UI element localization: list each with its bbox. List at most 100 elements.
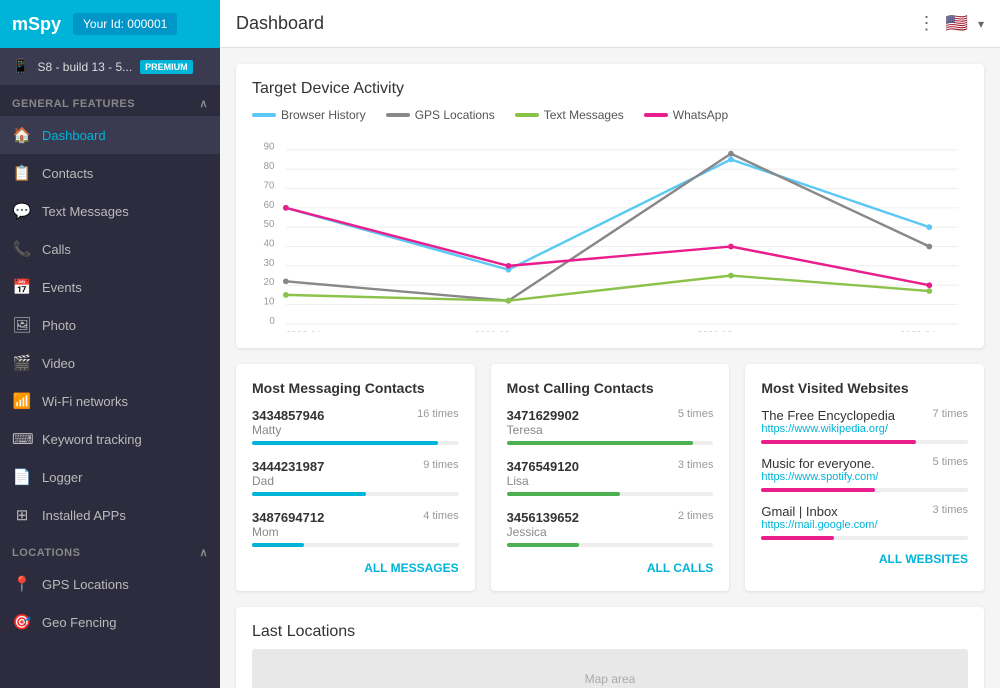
svg-text:10: 10 xyxy=(264,297,275,308)
sidebar-item-wifi[interactable]: 📶 Wi-Fi networks xyxy=(0,382,220,420)
svg-text:2020-01: 2020-01 xyxy=(286,330,321,332)
sidebar-item-calls[interactable]: 📞 Calls xyxy=(0,230,220,268)
sidebar-item-text-messages[interactable]: 💬 Text Messages xyxy=(0,192,220,230)
svg-text:2020-03: 2020-03 xyxy=(697,330,732,332)
logo: mSpy xyxy=(12,14,61,35)
legend-gps: GPS Locations xyxy=(386,108,495,122)
calling-contact-3: 3456139652 2 times Jessica xyxy=(507,510,714,547)
legend-whatsapp: WhatsApp xyxy=(644,108,728,122)
activity-svg: 0 10 20 30 40 50 60 70 80 90 xyxy=(252,132,968,332)
svg-text:40: 40 xyxy=(264,239,275,250)
legend-color-whatsapp xyxy=(644,113,668,117)
websites-title: Most Visited Websites xyxy=(761,380,968,396)
geofencing-icon: 🎯 xyxy=(12,613,32,631)
language-chevron-icon[interactable]: ▾ xyxy=(978,17,984,31)
call-bar-1 xyxy=(507,441,693,445)
photo-icon: 🖼 xyxy=(12,316,32,334)
sidebar-item-video[interactable]: 🎬 Video xyxy=(0,344,220,382)
general-features-label: General Features ∧ xyxy=(0,85,220,116)
device-bar: 📱 S8 - build 13 - 5... PREMIUM xyxy=(0,48,220,85)
msg-bar-2 xyxy=(252,492,366,496)
locations-label: Locations ∧ xyxy=(0,534,220,565)
svg-text:90: 90 xyxy=(264,142,275,153)
website-item-1: The Free Encyclopedia https://www.wikipe… xyxy=(761,408,968,444)
messaging-contact-1: 3434857946 16 times Matty xyxy=(252,408,459,445)
all-websites-link[interactable]: ALL WEBSITES xyxy=(761,552,968,566)
logger-icon: 📄 xyxy=(12,468,32,486)
sidebar-item-keyword[interactable]: ⌨ Keyword tracking xyxy=(0,420,220,458)
svg-text:2020-04: 2020-04 xyxy=(900,330,936,332)
contacts-icon: 📋 xyxy=(12,164,32,182)
top-bar-right: ⋮ 🇺🇸 ▾ xyxy=(918,13,984,34)
sidebar-item-dashboard[interactable]: 🏠 Dashboard xyxy=(0,116,220,154)
legend-color-gps xyxy=(386,113,410,117)
text-messages-icon: 💬 xyxy=(12,202,32,220)
last-locations-map: Map area xyxy=(252,649,968,688)
msg-bar-1 xyxy=(252,441,438,445)
all-messages-link[interactable]: ALL MESSAGES xyxy=(252,561,459,575)
line-browser xyxy=(286,159,929,269)
calling-contact-1: 3471629902 5 times Teresa xyxy=(507,408,714,445)
premium-badge: PREMIUM xyxy=(140,60,193,74)
svg-text:30: 30 xyxy=(264,258,275,269)
call-bar-2 xyxy=(507,492,621,496)
calls-icon: 📞 xyxy=(12,240,32,258)
calling-card: Most Calling Contacts 3471629902 5 times… xyxy=(491,364,730,591)
chart-title: Target Device Activity xyxy=(252,80,968,98)
last-locations-card: Last Locations Map area xyxy=(236,607,984,688)
svg-text:2020-02: 2020-02 xyxy=(475,330,510,332)
sidebar-item-apps[interactable]: ⊞ Installed APPs xyxy=(0,496,220,534)
website-item-3: Gmail | Inbox https://mail.google.com/ 3… xyxy=(761,504,968,540)
sidebar-item-photo[interactable]: 🖼 Photo xyxy=(0,306,220,344)
all-calls-link[interactable]: ALL CALLS xyxy=(507,561,714,575)
stat-cards-row: Most Messaging Contacts 3434857946 16 ti… xyxy=(236,364,984,591)
home-icon: 🏠 xyxy=(12,126,32,144)
websites-card: Most Visited Websites The Free Encyclope… xyxy=(745,364,984,591)
svg-text:80: 80 xyxy=(264,161,275,172)
legend-text: Text Messages xyxy=(515,108,624,122)
sidebar-item-events[interactable]: 📅 Events xyxy=(0,268,220,306)
web-bar-2 xyxy=(761,488,875,492)
legend-color-browser xyxy=(252,113,276,117)
chart-area: 0 10 20 30 40 50 60 70 80 90 xyxy=(252,132,968,332)
device-name: S8 - build 13 - 5... xyxy=(37,60,132,74)
page-title: Dashboard xyxy=(236,13,324,34)
website-item-2: Music for everyone. https://www.spotify.… xyxy=(761,456,968,492)
language-flag: 🇺🇸 xyxy=(946,13,968,34)
main-content: Dashboard ⋮ 🇺🇸 ▾ Target Device Activity … xyxy=(220,0,1000,688)
activity-chart-card: Target Device Activity Browser History G… xyxy=(236,64,984,348)
sidebar-item-logger[interactable]: 📄 Logger xyxy=(0,458,220,496)
legend-browser: Browser History xyxy=(252,108,366,122)
calling-contact-2: 3476549120 3 times Lisa xyxy=(507,459,714,496)
user-id-badge: Your Id: 000001 xyxy=(73,13,177,35)
sidebar-item-contacts[interactable]: 📋 Contacts xyxy=(0,154,220,192)
gps-icon: 📍 xyxy=(12,575,32,593)
messaging-title: Most Messaging Contacts xyxy=(252,380,459,396)
web-bar-3 xyxy=(761,536,833,540)
device-icon: 📱 xyxy=(12,58,29,75)
top-bar: Dashboard ⋮ 🇺🇸 ▾ xyxy=(220,0,1000,48)
keyword-icon: ⌨ xyxy=(12,430,32,448)
dashboard-content: Target Device Activity Browser History G… xyxy=(220,48,1000,688)
more-options-button[interactable]: ⋮ xyxy=(918,13,936,34)
wifi-icon: 📶 xyxy=(12,392,32,410)
events-icon: 📅 xyxy=(12,278,32,296)
call-bar-3 xyxy=(507,543,579,547)
line-text xyxy=(286,276,929,301)
apps-icon: ⊞ xyxy=(12,506,32,524)
sidebar-header: mSpy Your Id: 000001 xyxy=(0,0,220,48)
messaging-card: Most Messaging Contacts 3434857946 16 ti… xyxy=(236,364,475,591)
last-locations-title: Last Locations xyxy=(252,623,968,641)
svg-text:50: 50 xyxy=(264,219,275,230)
svg-text:70: 70 xyxy=(264,180,275,191)
svg-text:20: 20 xyxy=(264,277,275,288)
calling-title: Most Calling Contacts xyxy=(507,380,714,396)
svg-text:60: 60 xyxy=(264,200,275,211)
svg-text:0: 0 xyxy=(269,316,274,327)
sidebar-item-geofencing[interactable]: 🎯 Geo Fencing xyxy=(0,603,220,641)
video-icon: 🎬 xyxy=(12,354,32,372)
sidebar-item-gps[interactable]: 📍 GPS Locations xyxy=(0,565,220,603)
messaging-contact-2: 3444231987 9 times Dad xyxy=(252,459,459,496)
legend-color-text xyxy=(515,113,539,117)
chart-legend: Browser History GPS Locations Text Messa… xyxy=(252,108,968,122)
